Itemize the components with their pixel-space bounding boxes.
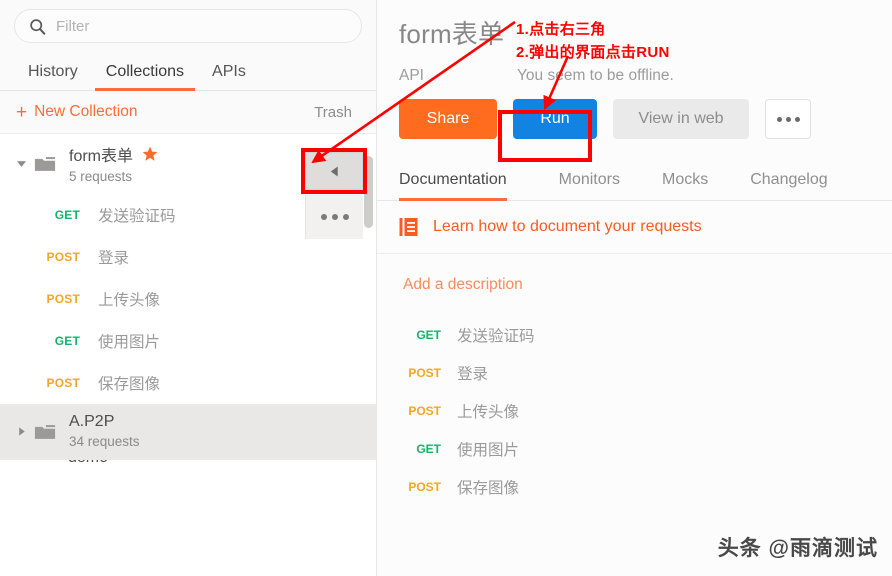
chevron-right-icon[interactable]	[14, 426, 28, 437]
collection-more-options-button[interactable]	[765, 99, 811, 139]
request-row[interactable]: POST 保存图像	[0, 362, 376, 404]
collection-request-count: 5 requests	[69, 169, 158, 184]
sidebar-panel: History Collections APIs + New Collectio…	[0, 0, 377, 576]
doc-request-row[interactable]: GET 发送验证码	[399, 316, 892, 354]
tab-changelog[interactable]: Changelog	[738, 171, 839, 200]
request-method: GET	[34, 334, 80, 348]
collection-name: form表单	[69, 142, 133, 166]
sidebar-action-row: + New Collection Trash	[0, 91, 376, 134]
request-method: POST	[399, 404, 441, 418]
request-name: 保存图像	[98, 372, 160, 394]
collection-title: form表单	[69, 142, 158, 166]
ellipsis-dot	[777, 117, 782, 122]
book-icon	[399, 217, 419, 237]
offline-status: You seem to be offline.	[517, 67, 674, 85]
request-method: POST	[34, 292, 80, 306]
chevron-down-icon[interactable]	[14, 158, 28, 169]
main-panel: form表单 API You seem to be offline. Share…	[377, 0, 892, 576]
view-in-web-button[interactable]: View in web	[613, 99, 749, 139]
collection-name: A.P2P	[69, 413, 114, 431]
run-button[interactable]: Run	[513, 99, 597, 139]
postman-window: History Collections APIs + New Collectio…	[0, 0, 892, 576]
search-box[interactable]	[14, 9, 362, 43]
sidebar-tabs: History Collections APIs	[0, 49, 376, 91]
collection-title: A.P2P	[69, 413, 140, 431]
folder-icon	[34, 423, 56, 440]
annotation-step-2: 2.弹出的界面点击RUN	[516, 41, 670, 62]
learn-documentation-label: Learn how to document your requests	[433, 218, 702, 236]
ellipsis-dot	[343, 214, 349, 220]
request-row[interactable]: GET 使用图片	[0, 320, 376, 362]
ellipsis-dot	[786, 117, 791, 122]
collection-action-buttons: Share Run View in web	[377, 99, 892, 139]
collection-type-label: API	[399, 67, 517, 85]
new-collection-label: New Collection	[34, 103, 137, 121]
request-name: 上传头像	[98, 288, 160, 310]
request-name: 发送验证码	[457, 324, 535, 346]
tab-history[interactable]: History	[14, 63, 92, 90]
request-name: 发送验证码	[98, 204, 176, 226]
ellipsis-dot	[332, 214, 338, 220]
search-input[interactable]	[56, 10, 347, 42]
request-row[interactable]: POST 登录	[0, 236, 376, 278]
tab-monitors[interactable]: Monitors	[547, 171, 632, 200]
request-method: POST	[399, 366, 441, 380]
request-name: 保存图像	[457, 476, 519, 498]
ellipsis-dot	[321, 214, 327, 220]
request-name: 使用图片	[457, 438, 519, 460]
doc-request-row[interactable]: GET 使用图片	[399, 430, 892, 468]
collection-text: form表单 5 requests	[69, 142, 158, 184]
tab-apis[interactable]: APIs	[198, 63, 260, 90]
tab-collections[interactable]: Collections	[92, 63, 198, 90]
sidebar-search-area	[0, 0, 376, 49]
sidebar-collapse-button[interactable]	[305, 152, 363, 190]
request-name: 登录	[457, 362, 488, 384]
ellipsis-dot	[795, 117, 800, 122]
request-method: GET	[399, 328, 441, 342]
request-method: POST	[34, 250, 80, 264]
doc-request-row[interactable]: POST 登录	[399, 354, 892, 392]
request-method: POST	[34, 376, 80, 390]
tab-mocks[interactable]: Mocks	[650, 171, 720, 200]
annotation-step-1: 1.点击右三角	[516, 18, 606, 39]
trash-button[interactable]: Trash	[314, 104, 352, 121]
plus-icon: +	[16, 103, 27, 122]
search-icon	[29, 18, 46, 35]
doc-request-row[interactable]: POST 上传头像	[399, 392, 892, 430]
collection-meta: API You seem to be offline.	[399, 67, 892, 85]
doc-request-row[interactable]: POST 保存图像	[399, 468, 892, 506]
request-method: GET	[399, 442, 441, 456]
watermark: 头条 @雨滴测试	[718, 532, 878, 562]
collection-row-demo[interactable]: demo	[0, 460, 376, 490]
star-icon[interactable]	[142, 146, 158, 162]
collection-text: A.P2P 34 requests	[69, 413, 140, 449]
request-row[interactable]: POST 上传头像	[0, 278, 376, 320]
add-description-link[interactable]: Add a description	[377, 254, 892, 294]
folder-icon	[34, 155, 56, 172]
request-method: POST	[399, 480, 441, 494]
request-name: 使用图片	[98, 330, 160, 352]
sidebar-scrollbar[interactable]	[364, 156, 373, 228]
request-name: 上传头像	[457, 400, 519, 422]
collection-name: demo	[68, 460, 376, 467]
learn-documentation-link[interactable]: Learn how to document your requests	[377, 201, 892, 254]
new-collection-button[interactable]: + New Collection	[16, 103, 138, 122]
main-tabs: Documentation Monitors Mocks Changelog	[377, 157, 892, 201]
request-method: GET	[34, 208, 80, 222]
collection-row-ap2p[interactable]: A.P2P 34 requests	[0, 404, 376, 460]
collection-more-button[interactable]	[305, 195, 363, 239]
collection-request-count: 34 requests	[69, 434, 140, 449]
share-button[interactable]: Share	[399, 99, 497, 139]
request-name: 登录	[98, 246, 129, 268]
tab-documentation[interactable]: Documentation	[399, 171, 519, 200]
documentation-request-list: GET 发送验证码 POST 登录 POST 上传头像 GET 使用图片 POS…	[377, 316, 892, 506]
